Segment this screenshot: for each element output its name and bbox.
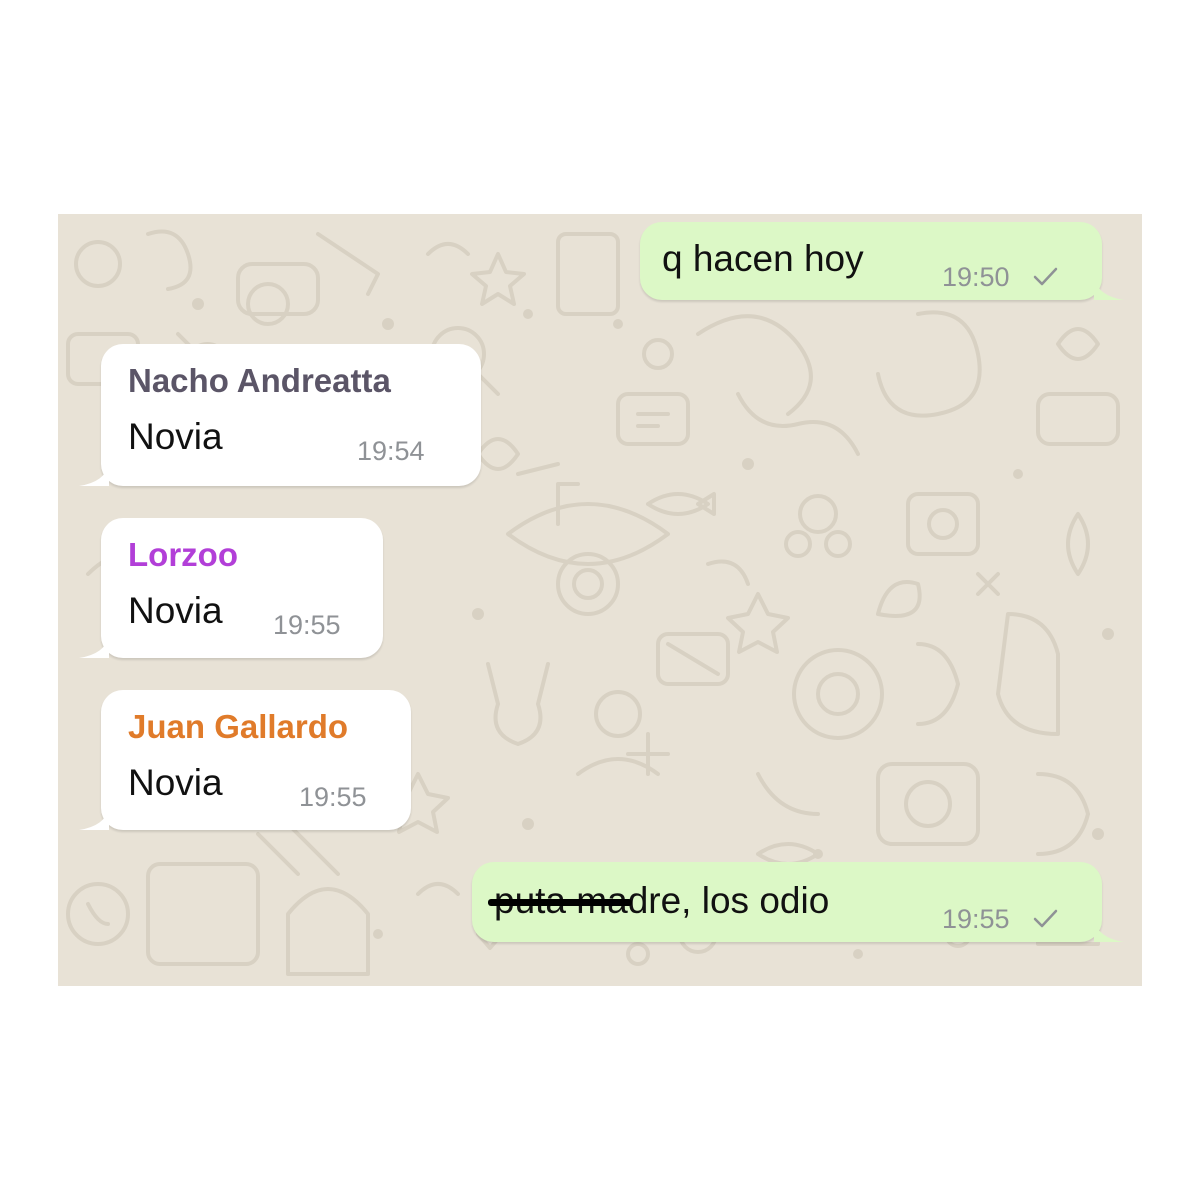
outgoing-message[interactable]: puta madre, los odio 19:55 [472, 862, 1124, 942]
message-text: Novia [128, 590, 223, 631]
bubble-tail [79, 464, 109, 486]
single-check-icon [1033, 267, 1058, 286]
sender-name[interactable]: Juan Gallardo [128, 708, 348, 746]
bubble-tail [1094, 920, 1124, 942]
bubble-tail [79, 808, 109, 830]
chat-area[interactable]: q hacen hoy 19:50 Nacho Andreatta Novia … [58, 214, 1142, 986]
strikethrough-line [488, 899, 632, 906]
message-time: 19:50 [942, 262, 1010, 292]
message-time: 19:54 [357, 436, 425, 466]
message-text: Novia [128, 762, 223, 803]
incoming-message[interactable]: Juan Gallardo Novia 19:55 [79, 690, 411, 830]
incoming-message[interactable]: Lorzoo Novia 19:55 [79, 518, 383, 658]
outgoing-message[interactable]: q hacen hoy 19:50 [640, 222, 1124, 300]
message-text: puta madre, los odio [488, 880, 830, 922]
message-text: q hacen hoy [662, 238, 864, 279]
message-time: 19:55 [942, 904, 1010, 934]
single-check-icon [1033, 909, 1058, 928]
struck-text: puta ma [488, 880, 632, 922]
message-text: Novia [128, 416, 223, 457]
sender-name[interactable]: Lorzoo [128, 536, 238, 574]
bubble-tail [79, 636, 109, 658]
bubble-tail [1094, 278, 1124, 300]
sender-name[interactable]: Nacho Andreatta [128, 362, 391, 400]
incoming-message[interactable]: Nacho Andreatta Novia 19:54 [79, 344, 481, 486]
message-time: 19:55 [299, 782, 367, 812]
message-time: 19:55 [273, 610, 341, 640]
message-text-rest: dre, los odio [627, 880, 830, 921]
